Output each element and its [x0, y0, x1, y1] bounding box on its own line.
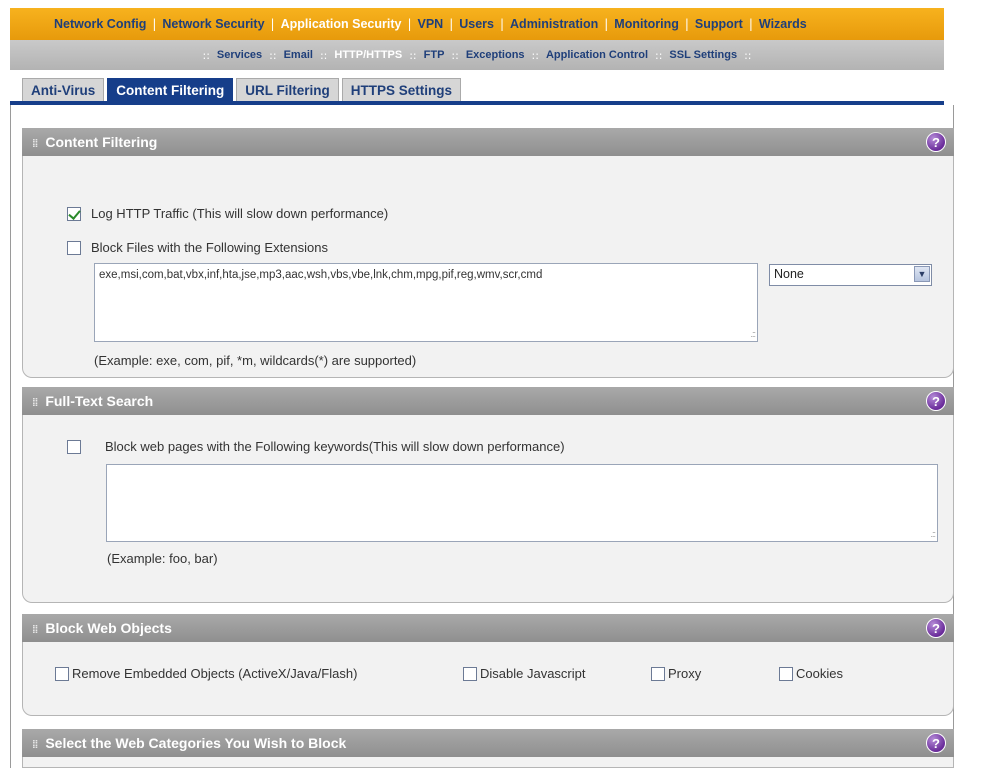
log-http-checkbox[interactable] — [67, 206, 81, 221]
resize-grip-icon[interactable]: .:: — [930, 529, 935, 539]
tab-anti-virus[interactable]: Anti-Virus — [22, 78, 105, 102]
section-title: Content Filtering — [45, 134, 158, 150]
embedded-objects-label: Remove Embedded Objects (ActiveX/Java/Fl… — [72, 666, 358, 681]
option-proxy: Proxy — [651, 666, 701, 681]
nav-separator: :: — [202, 48, 210, 62]
block-keywords-checkbox[interactable] — [67, 439, 81, 454]
section-header: ⁞⁞ Block Web Objects ? — [22, 614, 954, 642]
extensions-value: exe,msi,com,bat,vbx,inf,hta,jse,mp3,aac,… — [99, 269, 543, 281]
top-nav-monitoring[interactable]: Monitoring — [614, 17, 679, 31]
block-ext-label: Block Files with the Following Extension… — [91, 240, 328, 255]
grip-icon: ⁞⁞ — [32, 397, 38, 409]
proxy-checkbox[interactable] — [651, 666, 665, 681]
top-nav-application-security[interactable]: Application Security — [281, 17, 402, 31]
option-embedded-objects: Remove Embedded Objects (ActiveX/Java/Fl… — [55, 666, 357, 681]
disable-javascript-checkbox[interactable] — [463, 666, 477, 681]
sub-nav-application-control[interactable]: Application Control — [546, 49, 648, 61]
nav-separator: :: — [744, 48, 752, 62]
top-nav-wizards[interactable]: Wizards — [759, 17, 807, 31]
nav-separator: :: — [451, 48, 459, 62]
nav-separator: :: — [531, 48, 539, 62]
sub-nav-exceptions[interactable]: Exceptions — [466, 49, 525, 61]
section-body: Block web pages with the Following keywo… — [22, 415, 954, 603]
top-nav-support[interactable]: Support — [695, 17, 743, 31]
top-nav-vpn[interactable]: VPN — [417, 17, 443, 31]
grip-icon: ⁞⁞ — [32, 138, 38, 150]
block-keywords-row: Block web pages with the Following keywo… — [67, 439, 565, 454]
section-block-web-objects: ⁞⁞ Block Web Objects ? Remove Embedded Ob… — [22, 614, 954, 716]
section-header: ⁞⁞ Full-Text Search ? — [22, 387, 954, 415]
section-header: ⁞⁞ Content Filtering ? — [22, 128, 954, 156]
top-nav-network-security[interactable]: Network Security — [162, 17, 264, 31]
top-nav-administration[interactable]: Administration — [510, 17, 598, 31]
nav-separator: :: — [319, 48, 328, 62]
keywords-example: (Example: foo, bar) — [107, 551, 218, 566]
top-nav: Network Config | Network Security | Applic… — [10, 8, 944, 40]
nav-separator: | — [270, 17, 275, 31]
proxy-label: Proxy — [668, 666, 702, 681]
embedded-objects-checkbox[interactable] — [55, 666, 69, 681]
section-body: Log HTTP Traffic (This will slow down pe… — [22, 156, 954, 378]
extensions-example: (Example: exe, com, pif, *m, wildcards(*… — [94, 353, 417, 368]
section-body: Remove Embedded Objects (ActiveX/Java/Fl… — [22, 642, 954, 716]
help-icon[interactable]: ? — [926, 618, 946, 638]
tab-content-filtering[interactable]: Content Filtering — [107, 78, 234, 102]
sub-nav-services[interactable]: Services — [217, 49, 262, 61]
extensions-textarea[interactable]: exe,msi,com,bat,vbx,inf,hta,jse,mp3,aac,… — [94, 263, 758, 342]
sub-nav: :: Services:: Email:: HTTP/HTTPS:: FTP::… — [10, 40, 944, 70]
block-ext-row: Block Files with the Following Extension… — [67, 240, 328, 255]
section-title: Block Web Objects — [45, 620, 172, 636]
sub-nav-ftp[interactable]: FTP — [424, 49, 445, 61]
top-nav-users[interactable]: Users — [459, 17, 494, 31]
nav-separator: :: — [655, 48, 663, 62]
section-web-categories: ⁞⁞ Select the Web Categories You Wish to … — [22, 729, 954, 768]
extension-preset-select[interactable]: None ▼ — [769, 264, 932, 286]
chevron-down-icon[interactable]: ▼ — [914, 266, 930, 282]
disable-javascript-label: Disable Javascript — [480, 666, 586, 681]
sub-nav-ssl-settings[interactable]: SSL Settings — [669, 49, 737, 61]
log-http-label: Log HTTP Traffic (This will slow down pe… — [91, 206, 389, 221]
extension-preset-value: None — [774, 267, 804, 281]
sub-nav-http-https[interactable]: HTTP/HTTPS — [334, 49, 402, 61]
option-cookies: Cookies — [779, 666, 843, 681]
grip-icon: ⁞⁞ — [32, 739, 38, 751]
block-ext-checkbox[interactable] — [67, 240, 81, 255]
section-content-filtering: ⁞⁞ Content Filtering ? Log HTTP Traffic (… — [22, 128, 954, 378]
nav-separator: | — [407, 17, 412, 31]
resize-grip-icon[interactable]: .:: — [750, 329, 755, 339]
nav-separator: | — [748, 17, 753, 31]
top-nav-network-config[interactable]: Network Config — [54, 17, 146, 31]
keywords-textarea[interactable]: .:: — [106, 464, 938, 542]
tab-bar: Anti-Virus Content Filtering URL Filteri… — [22, 78, 464, 102]
nav-separator: :: — [409, 48, 417, 62]
nav-separator: | — [152, 17, 157, 31]
nav-separator: | — [684, 17, 689, 31]
help-icon[interactable]: ? — [926, 733, 946, 753]
section-title: Full-Text Search — [45, 393, 154, 409]
nav-separator: | — [604, 17, 609, 31]
nav-separator: | — [449, 17, 454, 31]
section-body — [22, 757, 954, 768]
tab-https-settings[interactable]: HTTPS Settings — [341, 78, 462, 102]
tab-url-filtering[interactable]: URL Filtering — [236, 78, 339, 102]
nav-separator: | — [499, 17, 505, 31]
log-http-row: Log HTTP Traffic (This will slow down pe… — [67, 206, 388, 221]
block-keywords-label: Block web pages with the Following keywo… — [105, 439, 565, 454]
section-header: ⁞⁞ Select the Web Categories You Wish to … — [22, 729, 954, 757]
option-disable-javascript: Disable Javascript — [463, 666, 586, 681]
section-full-text-search: ⁞⁞ Full-Text Search ? Block web pages wit… — [22, 387, 954, 603]
help-icon[interactable]: ? — [926, 391, 946, 411]
cookies-checkbox[interactable] — [779, 666, 793, 681]
help-icon[interactable]: ? — [926, 132, 946, 152]
section-title: Select the Web Categories You Wish to Bl… — [45, 735, 347, 751]
grip-icon: ⁞⁞ — [32, 624, 38, 636]
sub-nav-email[interactable]: Email — [284, 49, 313, 61]
nav-separator: :: — [269, 48, 277, 62]
cookies-label: Cookies — [796, 666, 843, 681]
